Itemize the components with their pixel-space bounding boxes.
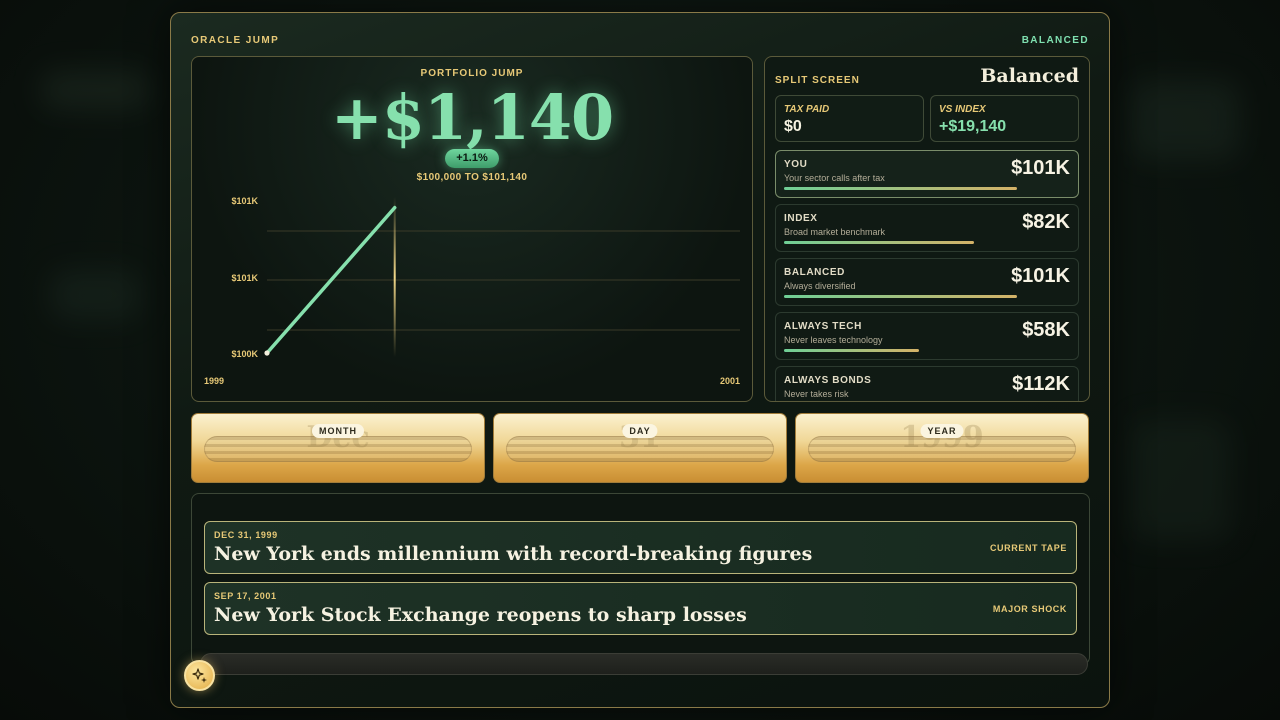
x-tick-label: 1999: [204, 376, 224, 386]
row-name: ALWAYS TECH: [784, 321, 862, 332]
headline-card[interactable]: DEC 31, 1999 New York ends millennium wi…: [204, 521, 1077, 574]
y-tick-label: $101K: [231, 273, 258, 283]
mode-label: BALANCED: [1021, 35, 1089, 46]
strategy-name: Balanced: [980, 65, 1079, 87]
row-value: $112K: [1012, 373, 1070, 395]
day-scroll-track[interactable]: [506, 436, 774, 462]
row-value: $58K: [1022, 319, 1070, 341]
strategy-row-you[interactable]: YOU Your sector calls after tax $101K: [775, 150, 1079, 198]
vs-index-label: VS INDEX: [939, 104, 986, 115]
app-window: ORACLE JUMP BALANCED PORTFOLIO JUMP +$1,…: [170, 12, 1110, 708]
background-blur: [1130, 80, 1240, 160]
month-label: MONTH: [312, 424, 364, 438]
strategy-row-always-tech[interactable]: ALWAYS TECH Never leaves technology $58K: [775, 312, 1079, 360]
background-blur: [40, 70, 150, 110]
row-desc: Your sector calls after tax: [784, 173, 885, 183]
strategy-row-always-bonds[interactable]: ALWAYS BONDS Never takes risk $112K: [775, 366, 1079, 401]
strategy-row-index[interactable]: INDEX Broad market benchmark $82K: [775, 204, 1079, 252]
x-tick-label: 2001: [720, 376, 740, 386]
row-value: $82K: [1022, 211, 1070, 233]
tax-paid-label: TAX PAID: [784, 104, 830, 115]
headline-date: SEP 17, 2001: [214, 591, 277, 601]
headline-card[interactable]: SEP 17, 2001 New York Stock Exchange reo…: [204, 582, 1077, 635]
sparkle-button[interactable]: [184, 660, 215, 691]
vs-index-card: VS INDEX +$19,140: [930, 95, 1079, 142]
row-name: INDEX: [784, 213, 818, 224]
vs-index-value: +$19,140: [939, 118, 1007, 135]
headline-tag: CURRENT TAPE: [989, 543, 1067, 553]
day-label: DAY: [622, 424, 658, 438]
split-screen-panel: SPLIT SCREEN Balanced TAX PAID $0 VS IND…: [764, 56, 1090, 402]
series-start-point: [264, 350, 270, 356]
tax-paid-card: TAX PAID $0: [775, 95, 924, 142]
portfolio-line-chart: $101K $101K $100K 1999 2001: [204, 196, 740, 386]
row-progress-bar: [784, 187, 1018, 190]
year-label: YEAR: [920, 424, 964, 438]
row-desc: Always diversified: [784, 281, 856, 291]
headline-date: DEC 31, 1999: [214, 530, 278, 540]
row-desc: Never takes risk: [784, 389, 849, 399]
year-wheel[interactable]: 1999 YEAR: [795, 413, 1089, 483]
month-scroll-track[interactable]: [204, 436, 472, 462]
row-progress-bar: [784, 349, 920, 352]
row-value: $101K: [1011, 265, 1070, 287]
row-desc: Never leaves technology: [784, 335, 883, 345]
headline-text: New York Stock Exchange reopens to sharp…: [214, 604, 747, 626]
headline-text: New York ends millennium with record-bre…: [214, 543, 813, 565]
y-tick-label: $100K: [231, 349, 258, 359]
row-progress-bar: [784, 295, 1018, 298]
row-name: BALANCED: [784, 267, 845, 278]
row-desc: Broad market benchmark: [784, 227, 886, 237]
split-screen-label: SPLIT SCREEN: [775, 75, 860, 86]
background-blur: [1130, 420, 1230, 540]
y-tick-label: $101K: [231, 196, 258, 206]
day-wheel[interactable]: 31 DAY: [493, 413, 787, 483]
brand-label: ORACLE JUMP: [191, 35, 280, 46]
year-scroll-track[interactable]: [808, 436, 1076, 462]
headlines-panel: DEC 31, 1999 New York ends millennium wi…: [191, 493, 1090, 665]
row-name: YOU: [784, 159, 808, 170]
background-blur: [50, 270, 140, 320]
row-progress-bar: [784, 241, 975, 244]
portfolio-chart-panel: PORTFOLIO JUMP +$1,140 +1.1% $100,000 TO…: [191, 56, 753, 402]
row-name: ALWAYS BONDS: [784, 375, 872, 386]
bottom-scrub-bar[interactable]: [200, 653, 1088, 675]
sparkle-icon: [191, 667, 207, 683]
row-value: $101K: [1011, 157, 1070, 179]
tax-paid-value: $0: [784, 118, 802, 135]
strategy-row-balanced[interactable]: BALANCED Always diversified $101K: [775, 258, 1079, 306]
month-wheel[interactable]: Dec MONTH: [191, 413, 485, 483]
current-date-marker: [393, 197, 396, 357]
headline-tag: MAJOR SHOCK: [992, 604, 1067, 614]
